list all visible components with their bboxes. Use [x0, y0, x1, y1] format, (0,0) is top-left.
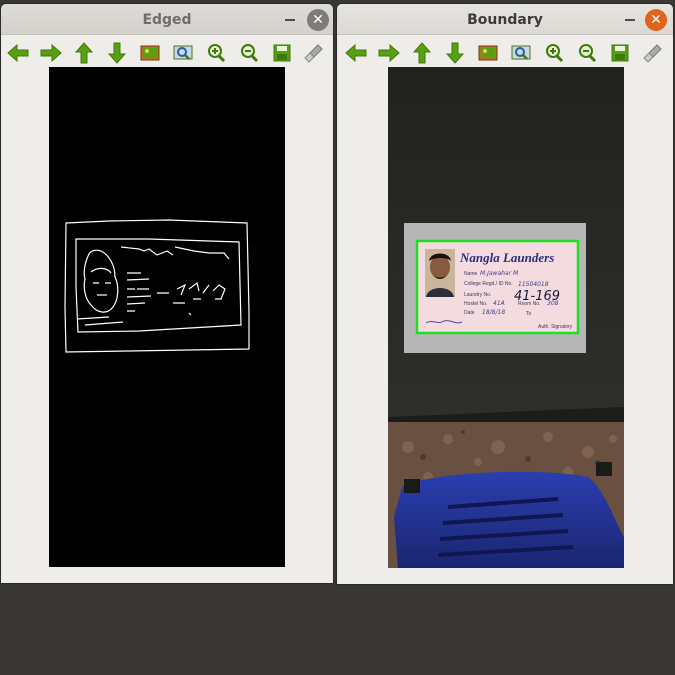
laundry-label: Laundry No. — [464, 292, 491, 298]
zoom-in-icon[interactable] — [203, 40, 229, 66]
arrow-up-icon[interactable] — [71, 40, 97, 66]
properties-icon[interactable] — [301, 40, 327, 66]
arrow-down-icon[interactable] — [104, 40, 130, 66]
zoom-in-icon[interactable] — [541, 40, 567, 66]
date-label: Date — [464, 310, 475, 316]
arrow-right-icon[interactable] — [38, 40, 64, 66]
properties-icon[interactable] — [640, 40, 666, 66]
minimize-button[interactable] — [285, 19, 295, 21]
zoom-fit-icon[interactable] — [508, 40, 534, 66]
signatory-label: Auth. Signatory — [538, 324, 573, 330]
college-label: College Regd./ ID No. — [464, 281, 513, 287]
date-value: 18/8/18 — [482, 309, 505, 316]
room-value: 308 — [547, 300, 559, 307]
save-icon[interactable] — [269, 40, 295, 66]
college-value: 11504018 — [518, 281, 549, 288]
hostel-label: Hostel No. — [464, 301, 487, 307]
name-label: Name — [464, 271, 478, 277]
arrow-left-icon[interactable] — [343, 40, 369, 66]
edged-image — [49, 67, 285, 567]
arrow-left-icon[interactable] — [5, 40, 31, 66]
arrow-down-icon[interactable] — [442, 40, 468, 66]
close-button[interactable]: ✕ — [645, 9, 667, 31]
brand-label: Nangla Launders — [459, 250, 554, 265]
toolbar — [337, 36, 673, 70]
edged-titlebar[interactable]: Edged ✕ — [1, 4, 333, 35]
arrow-right-icon[interactable] — [376, 40, 402, 66]
name-value: M.Jawahar M — [480, 270, 519, 277]
save-icon[interactable] — [607, 40, 633, 66]
desktop: Edged ✕ Boundary ✕ Nangla Launders Name … — [0, 0, 675, 675]
window-title: Boundary — [467, 12, 543, 28]
close-button[interactable]: ✕ — [307, 9, 329, 31]
zoom-out-icon[interactable] — [236, 40, 262, 66]
edged-window: Edged ✕ — [0, 3, 334, 584]
toolbar — [1, 36, 333, 70]
image-icon[interactable] — [137, 40, 163, 66]
image-icon[interactable] — [475, 40, 501, 66]
boundary-image: Nangla Launders Name College Regd./ ID N… — [388, 67, 624, 568]
boundary-titlebar[interactable]: Boundary ✕ — [337, 4, 673, 35]
minimize-button[interactable] — [625, 19, 635, 21]
hostel-value: 41A — [493, 300, 505, 307]
to-label: To — [526, 311, 532, 317]
window-title: Edged — [142, 12, 192, 28]
zoom-out-icon[interactable] — [574, 40, 600, 66]
photo-drawing: Nangla Launders Name College Regd./ ID N… — [388, 67, 624, 568]
zoom-fit-icon[interactable] — [170, 40, 196, 66]
boundary-window: Boundary ✕ Nangla Launders Name College … — [336, 3, 674, 585]
arrow-up-icon[interactable] — [409, 40, 435, 66]
edge-detection-drawing — [64, 219, 250, 353]
